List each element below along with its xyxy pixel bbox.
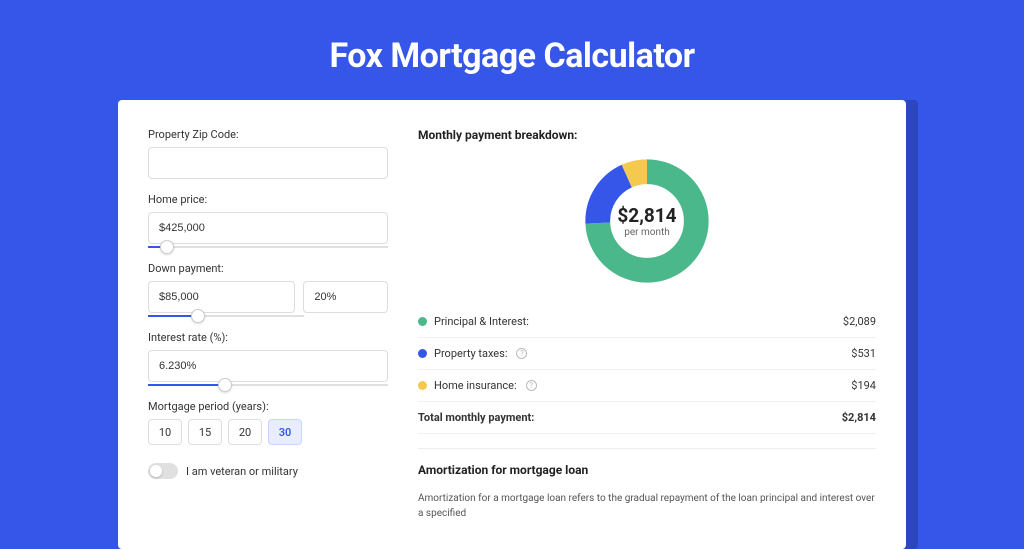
slider-thumb-icon[interactable]	[160, 240, 174, 254]
donut-center-amount: $2,814	[617, 204, 676, 227]
period-option-10[interactable]: 10	[148, 419, 182, 445]
down-payment-pct-input[interactable]	[303, 281, 388, 313]
down-payment-input[interactable]	[148, 281, 295, 313]
interest-label: Interest rate (%):	[148, 331, 388, 344]
home-price-label: Home price:	[148, 193, 388, 206]
amortization-text: Amortization for a mortgage loan refers …	[418, 491, 876, 521]
interest-slider[interactable]	[148, 384, 388, 386]
home-price-slider[interactable]	[148, 246, 388, 248]
down-payment-field-group: Down payment:	[148, 262, 388, 317]
calculator-card: Property Zip Code: Home price: Down paym…	[118, 100, 906, 549]
period-label: Mortgage period (years):	[148, 400, 388, 413]
period-option-30[interactable]: 30	[268, 419, 302, 445]
breakdown-row-principal: Principal & Interest: $2,089	[418, 306, 876, 338]
dot-icon	[418, 349, 427, 358]
donut-center-sub: per month	[617, 227, 676, 238]
period-field-group: Mortgage period (years): 10 15 20 30	[148, 400, 388, 445]
breakdown-row-taxes: Property taxes: ? $531	[418, 338, 876, 370]
donut-chart: $2,814 per month	[582, 156, 712, 286]
slider-thumb-icon[interactable]	[191, 309, 205, 323]
breakdown-value: $194	[851, 379, 876, 392]
veteran-label: I am veteran or military	[186, 465, 298, 478]
page-title: Fox Mortgage Calculator	[0, 0, 1024, 100]
veteran-toggle[interactable]	[148, 463, 178, 479]
zip-label: Property Zip Code:	[148, 128, 388, 141]
breakdown-label: Principal & Interest:	[434, 315, 529, 328]
breakdown-total-label: Total monthly payment:	[418, 411, 534, 424]
dot-icon	[418, 381, 427, 390]
breakdown-column: Monthly payment breakdown: $2,814 per mo…	[418, 128, 876, 521]
home-price-field-group: Home price:	[148, 193, 388, 248]
veteran-toggle-row: I am veteran or military	[148, 463, 388, 479]
slider-thumb-icon[interactable]	[218, 378, 232, 392]
info-icon[interactable]: ?	[516, 348, 527, 359]
interest-field-group: Interest rate (%):	[148, 331, 388, 386]
breakdown-row-insurance: Home insurance: ? $194	[418, 370, 876, 402]
dot-icon	[418, 317, 427, 326]
breakdown-row-total: Total monthly payment: $2,814	[418, 402, 876, 434]
zip-field-group: Property Zip Code:	[148, 128, 388, 179]
breakdown-label: Home insurance:	[434, 379, 517, 392]
period-option-15[interactable]: 15	[188, 419, 222, 445]
down-payment-slider[interactable]	[148, 315, 304, 317]
period-options: 10 15 20 30	[148, 419, 388, 445]
breakdown-value: $531	[851, 347, 876, 360]
down-payment-label: Down payment:	[148, 262, 388, 275]
donut-chart-wrap: $2,814 per month	[418, 156, 876, 286]
amortization-title: Amortization for mortgage loan	[418, 463, 876, 477]
info-icon[interactable]: ?	[526, 380, 537, 391]
form-column: Property Zip Code: Home price: Down paym…	[148, 128, 388, 521]
home-price-input[interactable]	[148, 212, 388, 244]
zip-input[interactable]	[148, 147, 388, 179]
amortization-section: Amortization for mortgage loan Amortizat…	[418, 448, 876, 521]
period-option-20[interactable]: 20	[228, 419, 262, 445]
breakdown-value: $2,089	[843, 315, 876, 328]
breakdown-title: Monthly payment breakdown:	[418, 128, 876, 142]
breakdown-total-value: $2,814	[842, 411, 876, 424]
breakdown-label: Property taxes:	[434, 347, 507, 360]
interest-input[interactable]	[148, 350, 388, 382]
